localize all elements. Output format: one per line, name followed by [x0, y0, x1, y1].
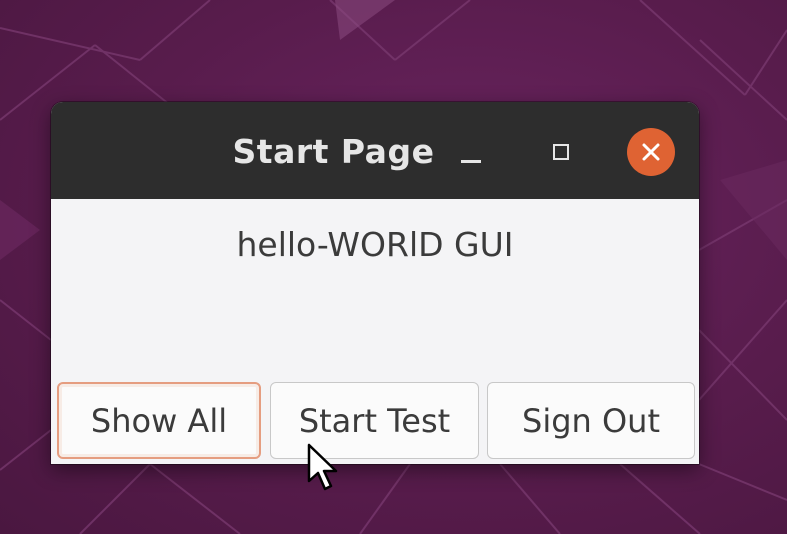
close-icon: [642, 143, 660, 161]
page-heading: hello-WORlD GUI: [236, 225, 514, 264]
mouse-pointer-icon: [307, 443, 338, 491]
minimize-icon: [461, 159, 481, 163]
app-window: Start Page hello-WORlD GUI Show All Star…: [51, 102, 699, 464]
show-all-button[interactable]: Show All: [57, 382, 261, 459]
maximize-icon: [553, 144, 569, 160]
maximize-button[interactable]: [541, 132, 581, 172]
window-content: hello-WORlD GUI Show All Start Test Sign…: [51, 199, 699, 464]
minimize-button[interactable]: [451, 134, 491, 174]
start-test-button[interactable]: Start Test: [270, 382, 479, 459]
window-titlebar[interactable]: Start Page: [51, 102, 699, 199]
close-button[interactable]: [627, 128, 675, 176]
window-title: Start Page: [232, 132, 435, 171]
sign-out-button[interactable]: Sign Out: [487, 382, 695, 459]
